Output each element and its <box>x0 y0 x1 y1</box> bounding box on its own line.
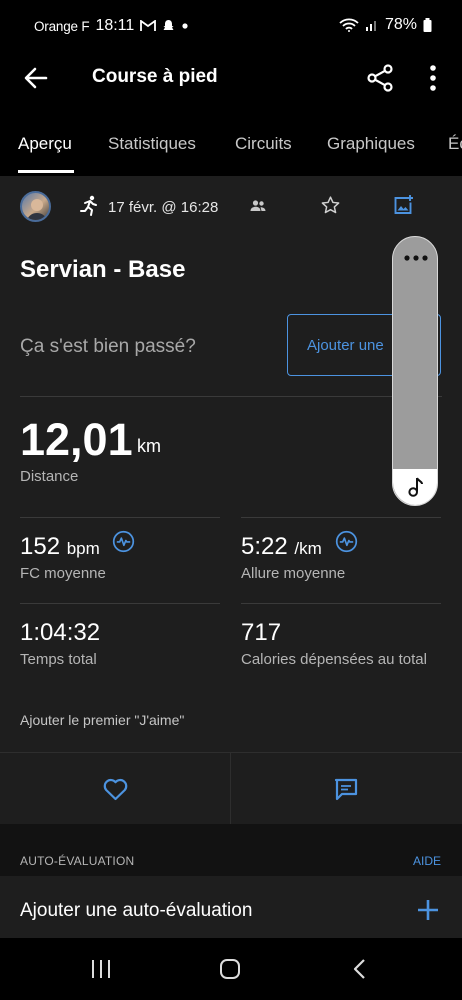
notification-dot-icon <box>182 23 188 29</box>
add-photo-icon[interactable] <box>392 194 414 216</box>
wifi-icon <box>339 18 359 32</box>
pace-label: Allure moyenne <box>241 565 346 582</box>
home-icon[interactable] <box>219 958 241 980</box>
snapchat-icon <box>163 20 174 30</box>
total-time-label: Temps total <box>20 651 97 668</box>
divider <box>241 603 441 604</box>
divider <box>20 517 220 518</box>
pace-value: 5:22 <box>241 533 288 560</box>
help-link[interactable]: AIDE <box>413 854 441 868</box>
activity-title[interactable]: Servian - Base <box>20 256 185 284</box>
distance-label: Distance <box>20 468 79 485</box>
tab-graphiques[interactable]: Graphiques <box>327 134 415 154</box>
heart-rate-unit: bpm <box>66 539 100 558</box>
system-nav-bar <box>0 938 462 1000</box>
tab-statistiques[interactable]: Statistiques <box>108 134 196 154</box>
battery-level: 78% <box>384 16 417 33</box>
share-icon[interactable] <box>364 62 396 94</box>
divider <box>230 752 231 824</box>
star-icon[interactable] <box>320 195 341 216</box>
distance-value: 12,01 <box>20 414 133 465</box>
tab-bar: Aperçu Statistiques Circuits Graphiques … <box>0 116 462 174</box>
distance-unit: km <box>137 436 161 456</box>
tab-overflow[interactable]: Éc <box>448 134 462 154</box>
signal-icon <box>365 21 376 31</box>
section-title: AUTO-ÉVALUATION <box>20 854 135 868</box>
calories-label: Calories dépensées au total <box>241 651 427 668</box>
tab-circuits[interactable]: Circuits <box>235 134 292 154</box>
carrier-label: Orange F <box>34 18 90 34</box>
back-nav-icon[interactable] <box>352 958 366 980</box>
add-self-evaluation-row[interactable]: Ajouter une auto-évaluation <box>0 876 462 938</box>
more-options-icon[interactable] <box>420 62 446 94</box>
like-heart-icon[interactable] <box>103 778 128 801</box>
pace-unit: /km <box>294 539 322 558</box>
people-icon[interactable] <box>249 197 267 215</box>
floating-edge-panel[interactable] <box>392 236 438 506</box>
heart-rate-stat: 152 bpm <box>20 533 100 561</box>
feeling-question: Ça s'est bien passé? <box>20 336 196 357</box>
battery-icon <box>423 18 432 32</box>
tab-apercu[interactable]: Aperçu <box>18 134 72 154</box>
gmail-icon <box>140 20 157 31</box>
pace-stat: 5:22 /km <box>241 533 322 561</box>
total-time-value: 1:04:32 <box>20 619 101 646</box>
activity-meta-row: 17 févr. @ 16:28 <box>0 176 462 238</box>
active-tab-indicator <box>18 170 74 173</box>
self-evaluation-header: AUTO-ÉVALUATION AIDE <box>0 824 462 876</box>
clock: 18:11 <box>95 17 135 34</box>
running-icon <box>80 195 97 216</box>
pace-zone-icon[interactable] <box>335 530 358 553</box>
divider <box>241 517 441 518</box>
avatar[interactable] <box>20 191 51 222</box>
first-like-prompt: Ajouter le premier "J'aime" <box>20 712 185 728</box>
comment-icon[interactable] <box>334 778 358 801</box>
back-arrow-icon[interactable] <box>20 62 52 94</box>
heart-rate-zone-icon[interactable] <box>112 530 135 553</box>
plus-icon[interactable] <box>416 898 440 922</box>
social-action-row <box>0 752 462 824</box>
add-self-evaluation-label: Ajouter une auto-évaluation <box>20 900 253 921</box>
activity-date: 17 févr. @ 16:28 <box>108 199 219 216</box>
status-bar: Orange F 18:11 78% <box>0 0 462 52</box>
heart-rate-label: FC moyenne <box>20 565 106 582</box>
page-title: Course à pied <box>92 66 218 87</box>
recent-apps-icon[interactable] <box>90 959 112 979</box>
app-bar: Course à pied <box>0 52 462 104</box>
calories-value: 717 <box>241 619 282 646</box>
divider <box>20 603 220 604</box>
more-dots-icon[interactable] <box>403 254 429 262</box>
heart-rate-value: 152 <box>20 533 61 560</box>
divider <box>20 396 442 397</box>
music-note-icon <box>408 477 423 497</box>
